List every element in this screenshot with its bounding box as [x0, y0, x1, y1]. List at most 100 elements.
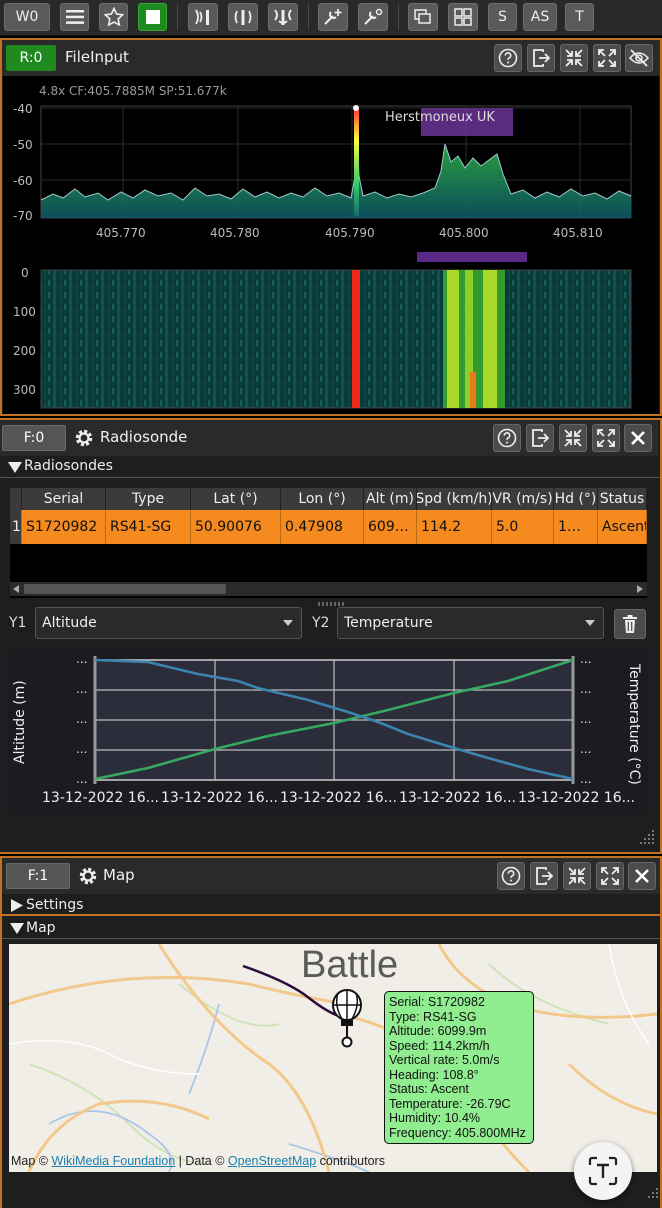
- cell-lat: 50.90076: [191, 510, 281, 544]
- y-tick-left: ...: [76, 712, 88, 726]
- map-attribution: Map © WikiMedia Foundation | Data © Open…: [11, 1154, 385, 1168]
- column-header[interactable]: VR (m/s): [492, 488, 554, 510]
- map-view[interactable]: Battle Serial: S1720982 Type: RS41-SG Al…: [9, 944, 657, 1172]
- badge-label: F:0: [23, 430, 45, 446]
- tile-windows-icon[interactable]: [448, 3, 478, 31]
- popup-line: Frequency: 405.800MHz: [389, 1125, 526, 1140]
- splitter-handle[interactable]: [318, 602, 346, 606]
- resize-grip-icon[interactable]: [640, 1184, 660, 1204]
- cell-alt: 609…: [364, 510, 417, 544]
- cell-speed: 114.2: [417, 510, 492, 544]
- window-header: F:0 Radiosonde: [0, 420, 658, 456]
- spectrum-display[interactable]: 4.8x CF:405.7885M SP:51.677k -40 -50 -60…: [3, 76, 659, 414]
- cell-vr: 5.0: [492, 510, 554, 544]
- resize-grip-icon[interactable]: [636, 826, 656, 846]
- as-button[interactable]: AS: [523, 3, 557, 31]
- chevron-down-icon: [585, 620, 595, 626]
- column-header[interactable]: Serial: [22, 488, 106, 510]
- column-header[interactable]: Lon (°): [281, 488, 364, 510]
- window-header: F:1 Map: [2, 858, 660, 894]
- y2-select[interactable]: Temperature: [337, 607, 604, 639]
- attribution-suffix: contributors: [316, 1154, 385, 1168]
- maximize-icon[interactable]: [592, 424, 620, 452]
- y-tick-right: ...: [580, 682, 592, 696]
- x-tick: 13-12-2022 16...: [42, 790, 159, 806]
- map-section-title: Map: [26, 920, 56, 936]
- maximize-icon[interactable]: [593, 44, 621, 72]
- peak-marker: [354, 108, 359, 216]
- altitude-temperature-chart[interactable]: ... ... ... ... ... ... ... ... ... ... …: [8, 648, 649, 812]
- popup-line: Humidity: 10.4%: [389, 1111, 481, 1125]
- s-label: S: [498, 9, 507, 25]
- scrollbar-thumb[interactable]: [24, 584, 226, 594]
- badge-label: R:0: [19, 50, 43, 66]
- move-workspace-icon[interactable]: [526, 424, 554, 452]
- radiosonde-window: F:0 Radiosonde Radiosondes Serial Type L…: [0, 418, 662, 854]
- map-section-toggle[interactable]: Map: [2, 918, 660, 939]
- device-badge[interactable]: R:0: [6, 45, 56, 71]
- move-workspace-icon[interactable]: [527, 44, 555, 72]
- radiosondes-section-toggle[interactable]: Radiosondes: [0, 456, 660, 478]
- attribution-mid: | Data ©: [175, 1154, 228, 1168]
- column-header[interactable]: Alt (m): [364, 488, 417, 510]
- wikimedia-link[interactable]: WikiMedia Foundation: [51, 1154, 175, 1168]
- marker-label: Herstmoneux UK: [385, 110, 495, 125]
- column-header[interactable]: Hd (°): [554, 488, 598, 510]
- as-label: AS: [530, 9, 550, 25]
- chart-canvas: [93, 656, 575, 784]
- feature-badge[interactable]: F:1: [6, 863, 70, 889]
- spectrum-canvas: [40, 105, 632, 409]
- close-icon[interactable]: [628, 862, 656, 890]
- balloon-icon[interactable]: [329, 988, 365, 1050]
- column-header[interactable]: Status: [598, 488, 647, 510]
- toolbar-divider: [308, 4, 309, 30]
- column-header[interactable]: Lat (°): [191, 488, 281, 510]
- scroll-right-icon[interactable]: [636, 585, 644, 593]
- t-button[interactable]: T: [565, 3, 594, 31]
- hide-icon[interactable]: [625, 44, 653, 72]
- s-button[interactable]: S: [488, 3, 517, 31]
- feature-badge[interactable]: F:0: [2, 425, 66, 451]
- shrink-icon[interactable]: [560, 44, 588, 72]
- popup-line: Type: RS41-SG: [389, 1009, 477, 1024]
- y-tick-right: ...: [580, 652, 592, 666]
- settings-section-toggle[interactable]: Settings: [2, 895, 660, 916]
- cascade-windows-icon[interactable]: [408, 3, 438, 31]
- shrink-icon[interactable]: [563, 862, 591, 890]
- star-icon[interactable]: [99, 3, 128, 31]
- add-rx-icon[interactable]: [188, 3, 218, 31]
- column-header[interactable]: Type: [106, 488, 191, 510]
- scroll-left-icon[interactable]: [12, 585, 20, 593]
- add-feature-icon[interactable]: [318, 3, 348, 31]
- stop-button[interactable]: [138, 3, 167, 31]
- workspace-button[interactable]: W0: [4, 3, 50, 31]
- move-workspace-icon[interactable]: [530, 862, 558, 890]
- y-tick-right: ...: [580, 742, 592, 756]
- close-icon[interactable]: [624, 424, 652, 452]
- column-header[interactable]: Spd (km/h): [417, 488, 492, 510]
- delete-icon[interactable]: [614, 609, 646, 639]
- gear-icon[interactable]: [74, 862, 102, 890]
- gear-icon[interactable]: [70, 424, 98, 452]
- scan-text-icon: [588, 1156, 618, 1186]
- menu-icon[interactable]: [60, 3, 89, 31]
- help-icon[interactable]: [497, 862, 525, 890]
- place-label: Battle: [301, 944, 399, 986]
- shrink-icon[interactable]: [559, 424, 587, 452]
- y1-select[interactable]: Altitude: [35, 607, 302, 639]
- cell-serial: S1720982: [22, 510, 106, 544]
- waterfall: [41, 270, 631, 408]
- help-icon[interactable]: [494, 44, 522, 72]
- text-recognition-button[interactable]: [574, 1142, 632, 1200]
- add-tx-icon[interactable]: [228, 3, 258, 31]
- help-icon[interactable]: [493, 424, 521, 452]
- feature-settings-icon[interactable]: [358, 3, 388, 31]
- add-mimo-icon[interactable]: [268, 3, 298, 31]
- openstreetmap-link[interactable]: OpenStreetMap: [228, 1154, 316, 1168]
- popup-line: Heading: 108.8°: [389, 1067, 479, 1082]
- workspace-label: W0: [15, 9, 39, 25]
- popup-line: Speed: 114.2km/h: [389, 1038, 490, 1053]
- y-tick-left: ...: [76, 682, 88, 696]
- horizontal-scrollbar[interactable]: [10, 582, 647, 596]
- maximize-icon[interactable]: [596, 862, 624, 890]
